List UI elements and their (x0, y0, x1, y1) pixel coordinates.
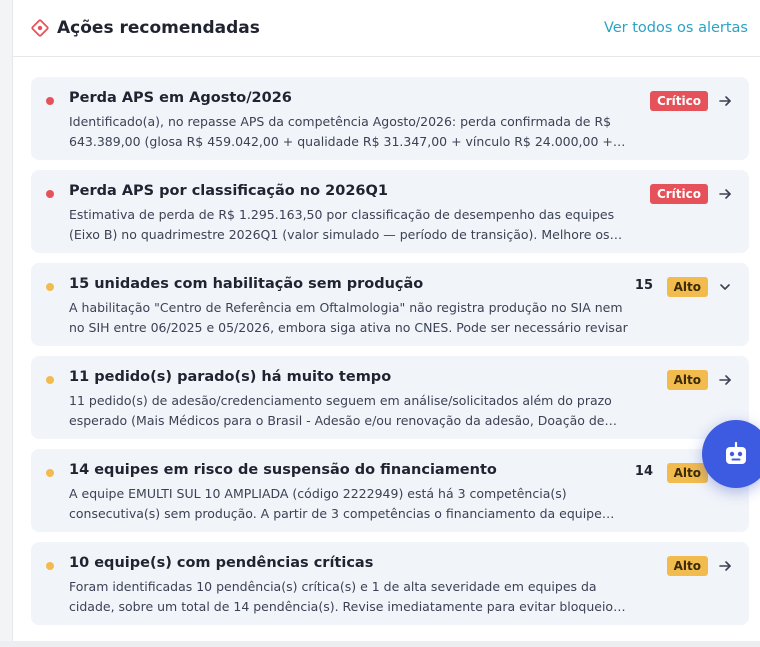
alert-list: Perda APS em Agosto/2026 Identificado(a),… (31, 77, 749, 635)
alert-description: Foram identificadas 10 pendência(s) crít… (69, 579, 614, 614)
alert-card[interactable]: 15 unidades com habilitação sem produção… (31, 263, 749, 346)
alert-card[interactable]: 11 pedido(s) parado(s) há muito tempo 11 … (31, 356, 749, 439)
arrow-right-icon[interactable] (715, 184, 735, 204)
severity-badge: Alto (666, 277, 708, 297)
chevron-down-icon[interactable] (715, 277, 735, 297)
severity-dot (46, 376, 54, 384)
severity-dot (46, 562, 54, 570)
recommended-actions-panel: Ações recomendadas Ver todos os alertas … (12, 0, 760, 641)
severity-dot (46, 97, 54, 105)
alert-title: 10 equipe(s) com pendências críticas (69, 555, 374, 571)
alert-card[interactable]: 10 equipe(s) com pendências críticas Fora… (31, 542, 749, 625)
target-icon (31, 19, 49, 37)
alert-count: 15 (634, 278, 653, 293)
alert-description: 11 pedido(s) de adesão/credenciamento se… (69, 393, 612, 428)
alert-description: Estimativa de perda de R$ 1.295.163,50 p… (69, 207, 615, 242)
alert-title: 15 unidades com habilitação sem produção (69, 276, 424, 292)
alert-card[interactable]: 14 equipes em risco de suspensão do fina… (31, 449, 749, 532)
severity-badge: Alto (666, 556, 708, 576)
severity-badge: Alto (666, 463, 708, 483)
alert-title: Perda APS por classificação no 2026Q1 (69, 183, 388, 199)
alert-description: Identificado(a), no repasse APS da compe… (69, 114, 613, 149)
severity-badge: Crítico (649, 184, 708, 204)
severity-badge: Crítico (649, 91, 708, 111)
robot-icon (722, 440, 750, 468)
alert-card[interactable]: Perda APS em Agosto/2026 Identificado(a),… (31, 77, 749, 160)
alert-title: 11 pedido(s) parado(s) há muito tempo (69, 369, 392, 385)
view-all-alerts-link[interactable]: Ver todos os alertas (604, 20, 748, 36)
alert-count: 14 (634, 464, 653, 479)
arrow-right-icon[interactable] (715, 556, 735, 576)
page-bottom-edge (0, 641, 760, 647)
alert-title: 14 equipes em risco de suspensão do fina… (69, 462, 497, 478)
panel-header: Ações recomendadas Ver todos os alertas (13, 0, 760, 57)
alert-description: A habilitação "Centro de Referência em O… (69, 300, 628, 335)
severity-badge: Alto (666, 370, 708, 390)
arrow-right-icon[interactable] (715, 91, 735, 111)
arrow-right-icon[interactable] (715, 370, 735, 390)
severity-dot (46, 283, 54, 291)
alert-card[interactable]: Perda APS por classificação no 2026Q1 Est… (31, 170, 749, 253)
alert-title: Perda APS em Agosto/2026 (69, 90, 292, 106)
severity-dot (46, 190, 54, 198)
panel-title: Ações recomendadas (57, 18, 260, 38)
severity-dot (46, 469, 54, 477)
alert-description: A equipe EMULTI SUL 10 AMPLIADA (código … (69, 486, 602, 521)
